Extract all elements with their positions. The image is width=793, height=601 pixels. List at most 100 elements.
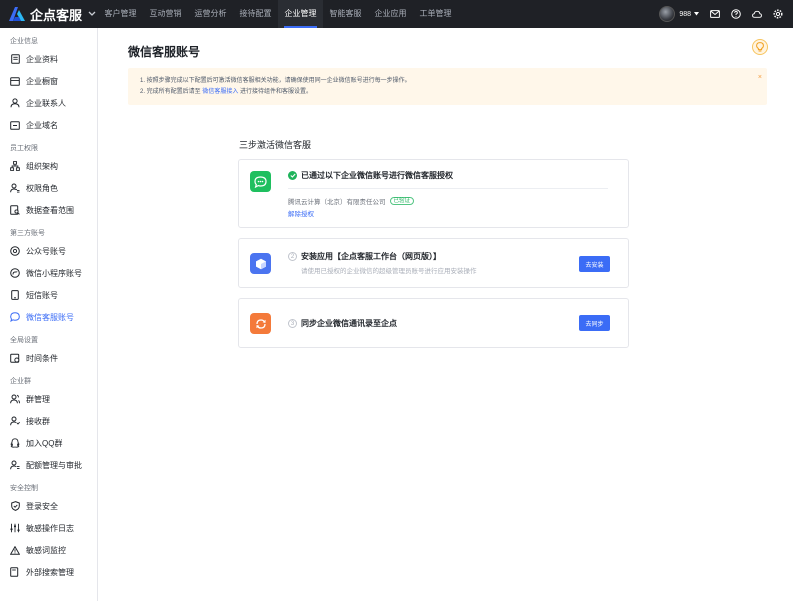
revoke-authorization-link[interactable]: 解除授权 <box>288 208 314 218</box>
approval-icon <box>10 460 20 470</box>
sidebar-item-org[interactable]: 组织架构 <box>0 155 97 177</box>
cloud-icon[interactable] <box>752 9 762 19</box>
sidebar-item-receive-groups[interactable]: 接收群 <box>0 410 97 432</box>
page-title: 微信客服账号 <box>128 45 201 59</box>
official-account-icon <box>10 246 20 256</box>
sidebar-item-domain[interactable]: 企业域名 <box>0 114 97 136</box>
step-1-title: 已通过以下企业微信账号进行微信客服授权 <box>301 171 453 180</box>
document-search-icon <box>10 567 20 577</box>
settings-icon[interactable] <box>773 9 783 19</box>
browser-icon <box>10 120 20 130</box>
step-number: 3 <box>288 319 297 328</box>
sidebar-item-label: 时间条件 <box>26 353 58 363</box>
notice-banner: 1. 按照步骤完成以下配置后可激活微信客服相关功能，请确保使用同一企业微信账号进… <box>128 68 767 105</box>
sidebar-item-showcase[interactable]: 企业橱窗 <box>0 70 97 92</box>
sidebar-item-label: 接收群 <box>26 416 50 426</box>
sidebar-item-time-conditions[interactable]: 时间条件 <box>0 347 97 369</box>
nav-smart-service[interactable]: 智能客服 <box>323 0 368 28</box>
cube-icon <box>250 253 271 274</box>
document-icon <box>10 54 20 64</box>
wechat-icon <box>250 171 271 192</box>
user-menu[interactable]: 988 <box>679 11 699 18</box>
notice-text: 2. 完成所有配置后请至 <box>140 89 201 95</box>
step-2-description: 请使用已授权的企业微信的超级管理员账号进行应用安装操作 <box>301 268 477 275</box>
sidebar-item-label: 微信客服账号 <box>26 312 74 322</box>
sidebar-group-title: 全局设置 <box>10 337 38 344</box>
sidebar-group-title: 第三方账号 <box>10 230 45 237</box>
lightbulb-icon[interactable] <box>752 39 768 55</box>
contact-icon <box>10 98 20 108</box>
sidebar-item-wechat-service[interactable]: 微信客服账号 <box>0 306 97 328</box>
mini-program-icon <box>10 268 20 278</box>
step-card-sync: 3 同步企业微信通讯录至企点 去同步 <box>238 298 629 348</box>
sidebar-item-label: 敏感操作日志 <box>26 523 74 533</box>
sidebar-item-label: 公众号账号 <box>26 246 66 256</box>
sidebar-item-label: 敏感词监控 <box>26 545 66 555</box>
qidian-logo-icon <box>8 6 26 22</box>
notice-line-2: 2. 完成所有配置后请至 微信客服接入 进行接待组件和客服设置。 <box>140 87 755 98</box>
step-card-authorize: 已通过以下企业微信账号进行微信客服授权 腾讯云计算（北京）有限责任公司 已验证 … <box>238 159 629 228</box>
chevron-down-icon[interactable] <box>88 9 96 19</box>
divider <box>288 188 608 189</box>
sidebar-group-title: 企业群 <box>10 378 31 385</box>
user-role-icon <box>10 183 20 193</box>
sidebar-group-title: 企业信息 <box>10 38 38 45</box>
sidebar-item-join-qq-group[interactable]: 加入QQ群 <box>0 432 97 454</box>
main-nav: 客户管理 互动营销 运营分析 接待配置 企业管理 智能客服 企业应用 工单管理 <box>98 0 458 28</box>
install-button[interactable]: 去安装 <box>579 256 610 272</box>
help-icon[interactable] <box>731 9 741 19</box>
sidebar-item-label: 短信账号 <box>26 290 58 300</box>
sidebar-item-login-security[interactable]: 登录安全 <box>0 495 97 517</box>
nav-reception[interactable]: 接待配置 <box>233 0 278 28</box>
sidebar-item-data-scope[interactable]: 数据查看范围 <box>0 199 97 221</box>
steps-title: 三步激活微信客服 <box>239 140 312 150</box>
sidebar-item-official-account[interactable]: 公众号账号 <box>0 240 97 262</box>
sidebar-item-label: 群管理 <box>26 394 50 404</box>
step-1-header: 已通过以下企业微信账号进行微信客服授权 <box>288 170 453 181</box>
company-name: 腾讯云计算（北京）有限责任公司 <box>288 199 386 206</box>
sidebar-item-mini-program[interactable]: 微信小程序账号 <box>0 262 97 284</box>
group-icon <box>10 394 20 404</box>
sidebar-item-company-profile[interactable]: 企业资料 <box>0 48 97 70</box>
receive-group-icon <box>10 416 20 426</box>
step-2-title: 安装应用【企点客服工作台（网页版）】 <box>301 252 441 261</box>
sidebar-item-roles[interactable]: 权限角色 <box>0 177 97 199</box>
verified-badge: 已验证 <box>389 197 415 205</box>
nav-apps[interactable]: 企业应用 <box>368 0 413 28</box>
sidebar-item-sms[interactable]: 短信账号 <box>0 284 97 306</box>
sidebar-item-label: 企业联系人 <box>26 98 66 108</box>
app-logo[interactable]: 企点客服 <box>0 0 98 28</box>
sidebar-item-contacts[interactable]: 企业联系人 <box>0 92 97 114</box>
caret-down-icon <box>694 12 699 16</box>
sidebar-item-label: 权限角色 <box>26 183 58 193</box>
sync-icon <box>250 313 271 334</box>
nav-marketing[interactable]: 互动营销 <box>143 0 188 28</box>
close-icon[interactable]: × <box>758 72 762 83</box>
notice-text: 进行接待组件和客服设置。 <box>240 89 313 95</box>
sidebar-item-label: 企业橱窗 <box>26 76 58 86</box>
calendar-clock-icon <box>10 353 20 363</box>
wechat-service-access-link[interactable]: 微信客服接入 <box>202 89 238 95</box>
sidebar-item-quota-approval[interactable]: 配额管理与审批 <box>0 454 97 476</box>
nav-customer[interactable]: 客户管理 <box>98 0 143 28</box>
sidebar-item-label: 企业域名 <box>26 120 58 130</box>
main-content: 微信客服账号 1. 按照步骤完成以下配置后可激活微信客服相关功能，请确保使用同一… <box>99 28 793 601</box>
sliders-icon <box>10 523 20 533</box>
sidebar-item-sensitive-log[interactable]: 敏感操作日志 <box>0 517 97 539</box>
sidebar-group-title: 员工权限 <box>10 145 38 152</box>
nav-analytics[interactable]: 运营分析 <box>188 0 233 28</box>
sync-button[interactable]: 去同步 <box>579 315 610 331</box>
top-right-tools: 988 <box>659 0 783 28</box>
step-3-header: 3 同步企业微信通讯录至企点 <box>288 318 397 329</box>
nav-enterprise[interactable]: 企业管理 <box>278 0 323 28</box>
step-3-title: 同步企业微信通讯录至企点 <box>301 319 397 328</box>
sidebar-group-title: 安全控制 <box>10 485 38 492</box>
sidebar-item-label: 微信小程序账号 <box>26 268 82 278</box>
mail-icon[interactable] <box>710 9 720 19</box>
sidebar-item-external-search[interactable]: 外部搜索管理 <box>0 561 97 583</box>
sidebar-item-group-management[interactable]: 群管理 <box>0 388 97 410</box>
nav-tickets[interactable]: 工单管理 <box>413 0 458 28</box>
sidebar-item-sensitive-words[interactable]: 敏感词监控 <box>0 539 97 561</box>
avatar[interactable] <box>659 6 676 22</box>
step-2-header: 2 安装应用【企点客服工作台（网页版）】 <box>288 251 441 262</box>
